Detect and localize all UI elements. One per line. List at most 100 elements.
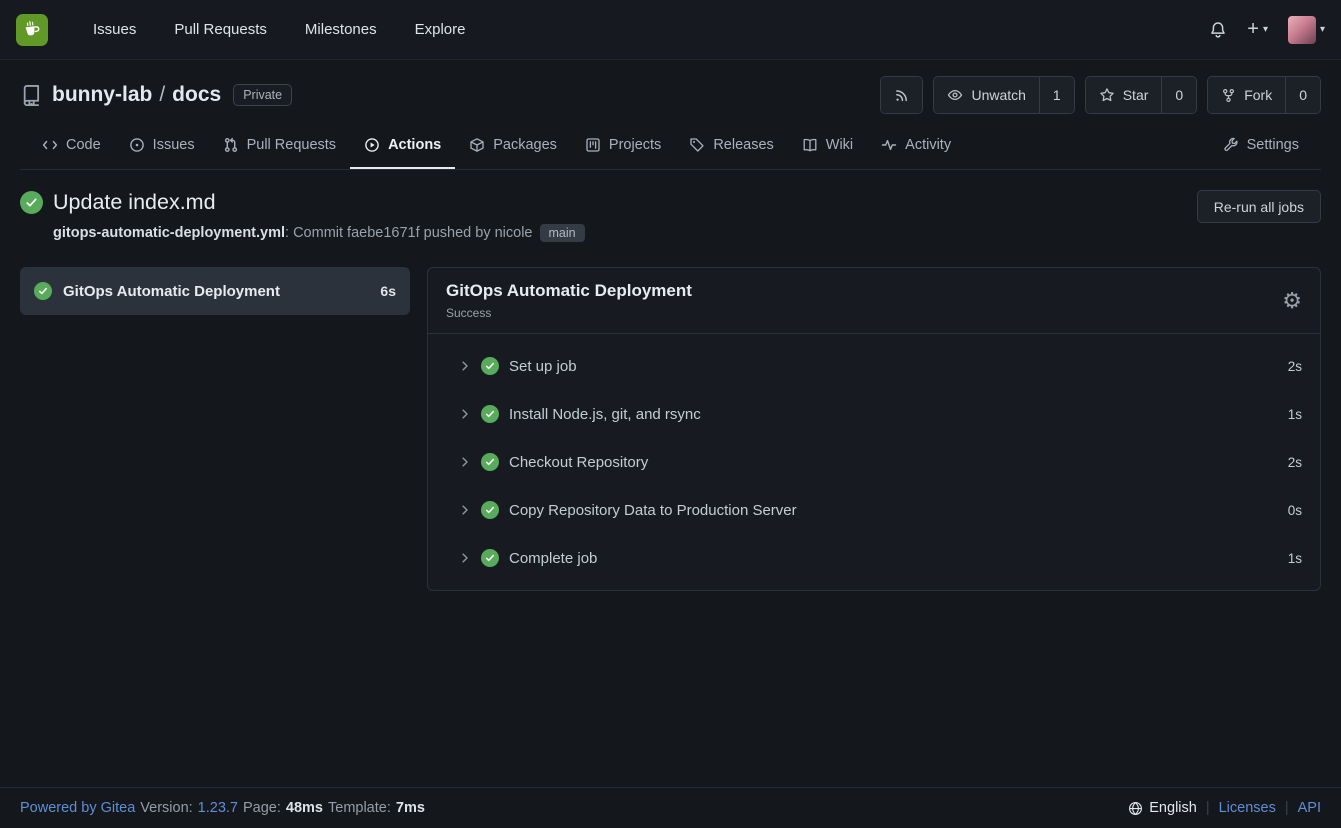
run-title: Update index.md	[53, 190, 216, 215]
footer-left: Powered by Gitea Version: 1.23.7 Page: 4…	[20, 800, 425, 816]
page-time-value: 48ms	[286, 800, 323, 816]
success-check-icon	[34, 282, 52, 300]
nav-item-explore[interactable]: Explore	[396, 0, 485, 60]
job-status-text: Success	[446, 306, 692, 320]
private-badge: Private	[233, 84, 292, 106]
gear-icon[interactable]: ⚙	[1282, 290, 1302, 312]
chevron-right-icon[interactable]	[458, 503, 472, 517]
step-row[interactable]: Complete job 1s	[428, 534, 1320, 582]
step-name: Copy Repository Data to Production Serve…	[509, 502, 797, 519]
watch-button-group: Unwatch 1	[933, 76, 1074, 114]
rss-button-group	[880, 76, 923, 114]
step-row[interactable]: Set up job 2s	[428, 342, 1320, 390]
step-row[interactable]: Copy Repository Data to Production Serve…	[428, 486, 1320, 534]
workflow-file-name[interactable]: gitops-automatic-deployment.yml	[53, 225, 285, 241]
tab-label: Projects	[609, 137, 661, 153]
unwatch-button[interactable]: Unwatch	[934, 77, 1038, 113]
job-list-item[interactable]: GitOps Automatic Deployment 6s	[20, 267, 410, 315]
tab-actions[interactable]: Actions	[350, 122, 455, 169]
success-check-icon	[481, 501, 499, 519]
globe-icon	[1128, 801, 1143, 816]
success-check-icon	[481, 357, 499, 375]
stars-count[interactable]: 0	[1161, 77, 1196, 113]
run-body: GitOps Automatic Deployment 6s GitOps Au…	[20, 267, 1321, 591]
tab-projects[interactable]: Projects	[571, 122, 675, 169]
repo-header: bunny-lab / docs Private	[0, 60, 1341, 170]
step-name: Checkout Repository	[509, 454, 648, 471]
forks-count[interactable]: 0	[1285, 77, 1320, 113]
chevron-right-icon[interactable]	[458, 551, 472, 565]
rss-button[interactable]	[881, 77, 922, 113]
star-label: Star	[1123, 87, 1149, 103]
user-menu[interactable]: ▾	[1288, 16, 1325, 44]
create-new-menu[interactable]: + ▾	[1247, 21, 1268, 39]
package-icon	[469, 137, 485, 153]
chevron-right-icon[interactable]	[458, 359, 472, 373]
footer-divider: |	[1285, 800, 1289, 816]
gitea-logo[interactable]	[16, 14, 48, 46]
run-title-block: Update index.md gitops-automatic-deploym…	[20, 190, 585, 242]
rerun-all-jobs-button[interactable]: Re-run all jobs	[1197, 190, 1321, 223]
tab-issues[interactable]: Issues	[115, 122, 209, 169]
tab-label: Releases	[713, 137, 773, 153]
tab-activity[interactable]: Activity	[867, 122, 965, 169]
tab-label: Activity	[905, 137, 951, 153]
notifications-bell-icon[interactable]	[1209, 21, 1227, 39]
version-link[interactable]: 1.23.7	[198, 800, 238, 816]
tab-packages[interactable]: Packages	[455, 122, 571, 169]
star-button[interactable]: Star	[1086, 77, 1162, 113]
powered-by-gitea-link[interactable]: Powered by Gitea	[20, 800, 135, 816]
repo-icon	[20, 84, 42, 106]
success-check-icon	[481, 453, 499, 471]
success-check-icon	[481, 405, 499, 423]
actions-run-page: Update index.md gitops-automatic-deploym…	[0, 170, 1341, 787]
tab-code[interactable]: Code	[28, 122, 115, 169]
nav-item-milestones[interactable]: Milestones	[286, 0, 396, 60]
tab-wiki[interactable]: Wiki	[788, 122, 867, 169]
tab-releases[interactable]: Releases	[675, 122, 787, 169]
repo-separator: /	[159, 83, 165, 107]
step-name: Complete job	[509, 550, 597, 567]
fork-button[interactable]: Fork	[1208, 77, 1285, 113]
page-footer: Powered by Gitea Version: 1.23.7 Page: 4…	[0, 787, 1341, 828]
run-header: Update index.md gitops-automatic-deploym…	[20, 190, 1321, 242]
step-duration: 2s	[1288, 359, 1302, 374]
navbar-right: + ▾ ▾	[1209, 16, 1325, 44]
eye-icon	[947, 87, 963, 103]
primary-nav: Issues Pull Requests Milestones Explore	[74, 0, 484, 60]
step-row[interactable]: Checkout Repository 2s	[428, 438, 1320, 486]
repo-action-buttons: Unwatch 1 Star 0	[880, 76, 1321, 114]
step-duration: 0s	[1288, 503, 1302, 518]
play-circle-icon	[364, 137, 380, 153]
book-icon	[802, 137, 818, 153]
unwatch-label: Unwatch	[971, 87, 1025, 103]
page-time-label: Page:	[243, 800, 281, 816]
nav-item-pull-requests[interactable]: Pull Requests	[155, 0, 286, 60]
tab-settings[interactable]: Settings	[1209, 122, 1313, 169]
chevron-right-icon[interactable]	[458, 455, 472, 469]
wrench-icon	[1223, 137, 1239, 153]
template-time-value: 7ms	[396, 800, 425, 816]
repo-name-link[interactable]: docs	[172, 83, 221, 107]
branch-badge[interactable]: main	[540, 224, 585, 242]
nav-item-issues[interactable]: Issues	[74, 0, 155, 60]
fork-icon	[1221, 88, 1236, 103]
tag-icon	[689, 137, 705, 153]
teacup-icon	[21, 18, 44, 41]
step-row[interactable]: Install Node.js, git, and rsync 1s	[428, 390, 1320, 438]
pull-request-icon	[223, 137, 239, 153]
success-check-icon	[481, 549, 499, 567]
repo-tabs: Code Issues Pull Requests Actions	[20, 122, 1321, 170]
watchers-count[interactable]: 1	[1039, 77, 1074, 113]
tab-label: Packages	[493, 137, 557, 153]
job-detail-title-block: GitOps Automatic Deployment Success	[446, 281, 692, 320]
step-name: Install Node.js, git, and rsync	[509, 406, 701, 423]
api-link[interactable]: API	[1298, 800, 1321, 816]
tab-label: Settings	[1247, 137, 1299, 153]
licenses-link[interactable]: Licenses	[1219, 800, 1276, 816]
tab-pull-requests[interactable]: Pull Requests	[209, 122, 350, 169]
language-selector[interactable]: English	[1128, 800, 1197, 816]
top-navbar: Issues Pull Requests Milestones Explore …	[0, 0, 1341, 60]
repo-owner-link[interactable]: bunny-lab	[52, 83, 152, 107]
chevron-right-icon[interactable]	[458, 407, 472, 421]
